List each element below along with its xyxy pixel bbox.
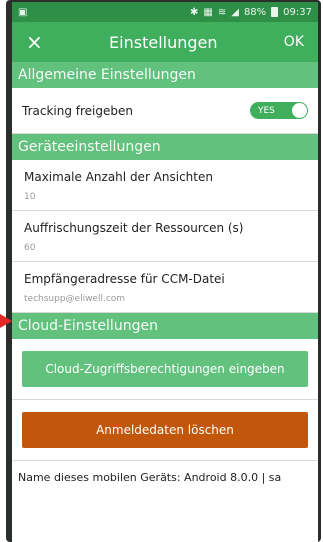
tracking-label: Tracking freigeben [22,103,133,118]
setting-label: Maximale Anzahl der Ansichten [24,170,213,184]
setting-label: Empfängeradresse für CCM-Datei [24,272,225,286]
app-bar: × Einstellungen OK [12,22,318,62]
device-name: Name dieses mobilen Geräts: Android 8.0.… [18,471,282,484]
setting-value: 10 [24,192,36,202]
page-title: Einstellungen [109,32,218,52]
toggle-knob [292,103,307,118]
battery-percent: 88% [243,6,267,18]
bluetooth-icon: ✱ [190,6,199,18]
setting-max-views[interactable]: Maximale Anzahl der Ansichten 10 [12,160,318,211]
section-header-cloud: Cloud-Einstellungen [12,313,318,339]
ok-button[interactable]: OK [284,34,304,50]
tracking-toggle[interactable]: YES [250,102,308,119]
setting-value: 60 [24,243,36,253]
delete-credentials-button[interactable]: Anmeldedaten löschen [22,412,308,448]
enter-credentials-button[interactable]: Cloud-Zugriffsberechtigungen eingeben [22,351,308,387]
phone-screen: ▣ ✱ ▦ ≋ ◢ 88% 09:37 × Einstellungen OK A… [12,2,318,542]
nfc-icon: ▦ [203,6,213,18]
setting-value: techsupp@eliwell.com [24,294,126,304]
wifi-icon: ≋ [217,6,227,18]
credentials-button-area: Cloud-Zugriffsberechtigungen eingeben [12,339,318,400]
toggle-state-text: YES [258,105,275,116]
section-header-general: Allgemeine Einstellungen [12,62,318,88]
status-bar: ▣ ✱ ▦ ≋ ◢ 88% 09:37 [12,2,318,22]
signal-icon: ◢ [231,6,239,18]
battery-icon [271,7,279,17]
setting-refresh-time[interactable]: Auffrischungszeit der Ressourcen (s) 60 [12,211,318,262]
close-icon[interactable]: × [26,30,43,54]
delete-button-area: Anmeldedaten löschen [12,400,318,461]
setting-recipient-address[interactable]: Empfängeradresse für CCM-Datei techsupp@… [12,262,318,313]
tracking-row: Tracking freigeben YES [12,88,318,134]
clock: 09:37 [283,6,312,18]
section-header-device: Geräteeinstellungen [12,134,318,160]
setting-label: Auffrischungszeit der Ressourcen (s) [24,221,244,235]
app-icon: ▣ [18,6,28,18]
pointer-arrow-icon [0,314,12,328]
